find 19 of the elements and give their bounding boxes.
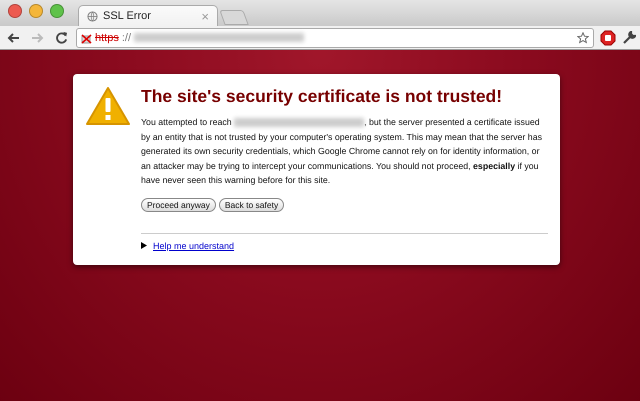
wrench-icon[interactable] bbox=[622, 30, 636, 44]
browser-tab[interactable]: SSL Error × bbox=[78, 5, 218, 26]
error-title: The site's security certificate is not trusted! bbox=[141, 86, 504, 107]
zoom-window-button[interactable] bbox=[50, 4, 64, 18]
address-bar[interactable]: https :// bbox=[76, 28, 594, 48]
caret-right-icon[interactable] bbox=[141, 242, 147, 249]
broken-lock-icon bbox=[81, 32, 92, 44]
url-scheme: https bbox=[95, 32, 119, 44]
stop-sign-icon[interactable] bbox=[600, 30, 616, 46]
back-button[interactable]: Back to safety bbox=[218, 198, 284, 212]
url-separator: :// bbox=[122, 32, 132, 44]
close-window-button[interactable] bbox=[8, 4, 22, 18]
help-link[interactable]: Help me understand bbox=[153, 240, 234, 250]
proceed-button[interactable]: Proceed anyway bbox=[141, 198, 216, 212]
globe-icon bbox=[87, 10, 98, 22]
error-description: You attempted to reach , but the server presented a certificate issued by an entity that is not trusted by your computer's operating system. This may mean that the server has generated its own security credentials, which Google Chrome cannot rely on for identity information, or an attacker may be trying to intercept your communications. You should not proceed, especially if you have never seen this warning before for this site. bbox=[141, 116, 543, 187]
star-icon[interactable] bbox=[577, 32, 589, 44]
warning-icon bbox=[85, 86, 131, 126]
tab-title: SSL Error bbox=[103, 10, 152, 22]
